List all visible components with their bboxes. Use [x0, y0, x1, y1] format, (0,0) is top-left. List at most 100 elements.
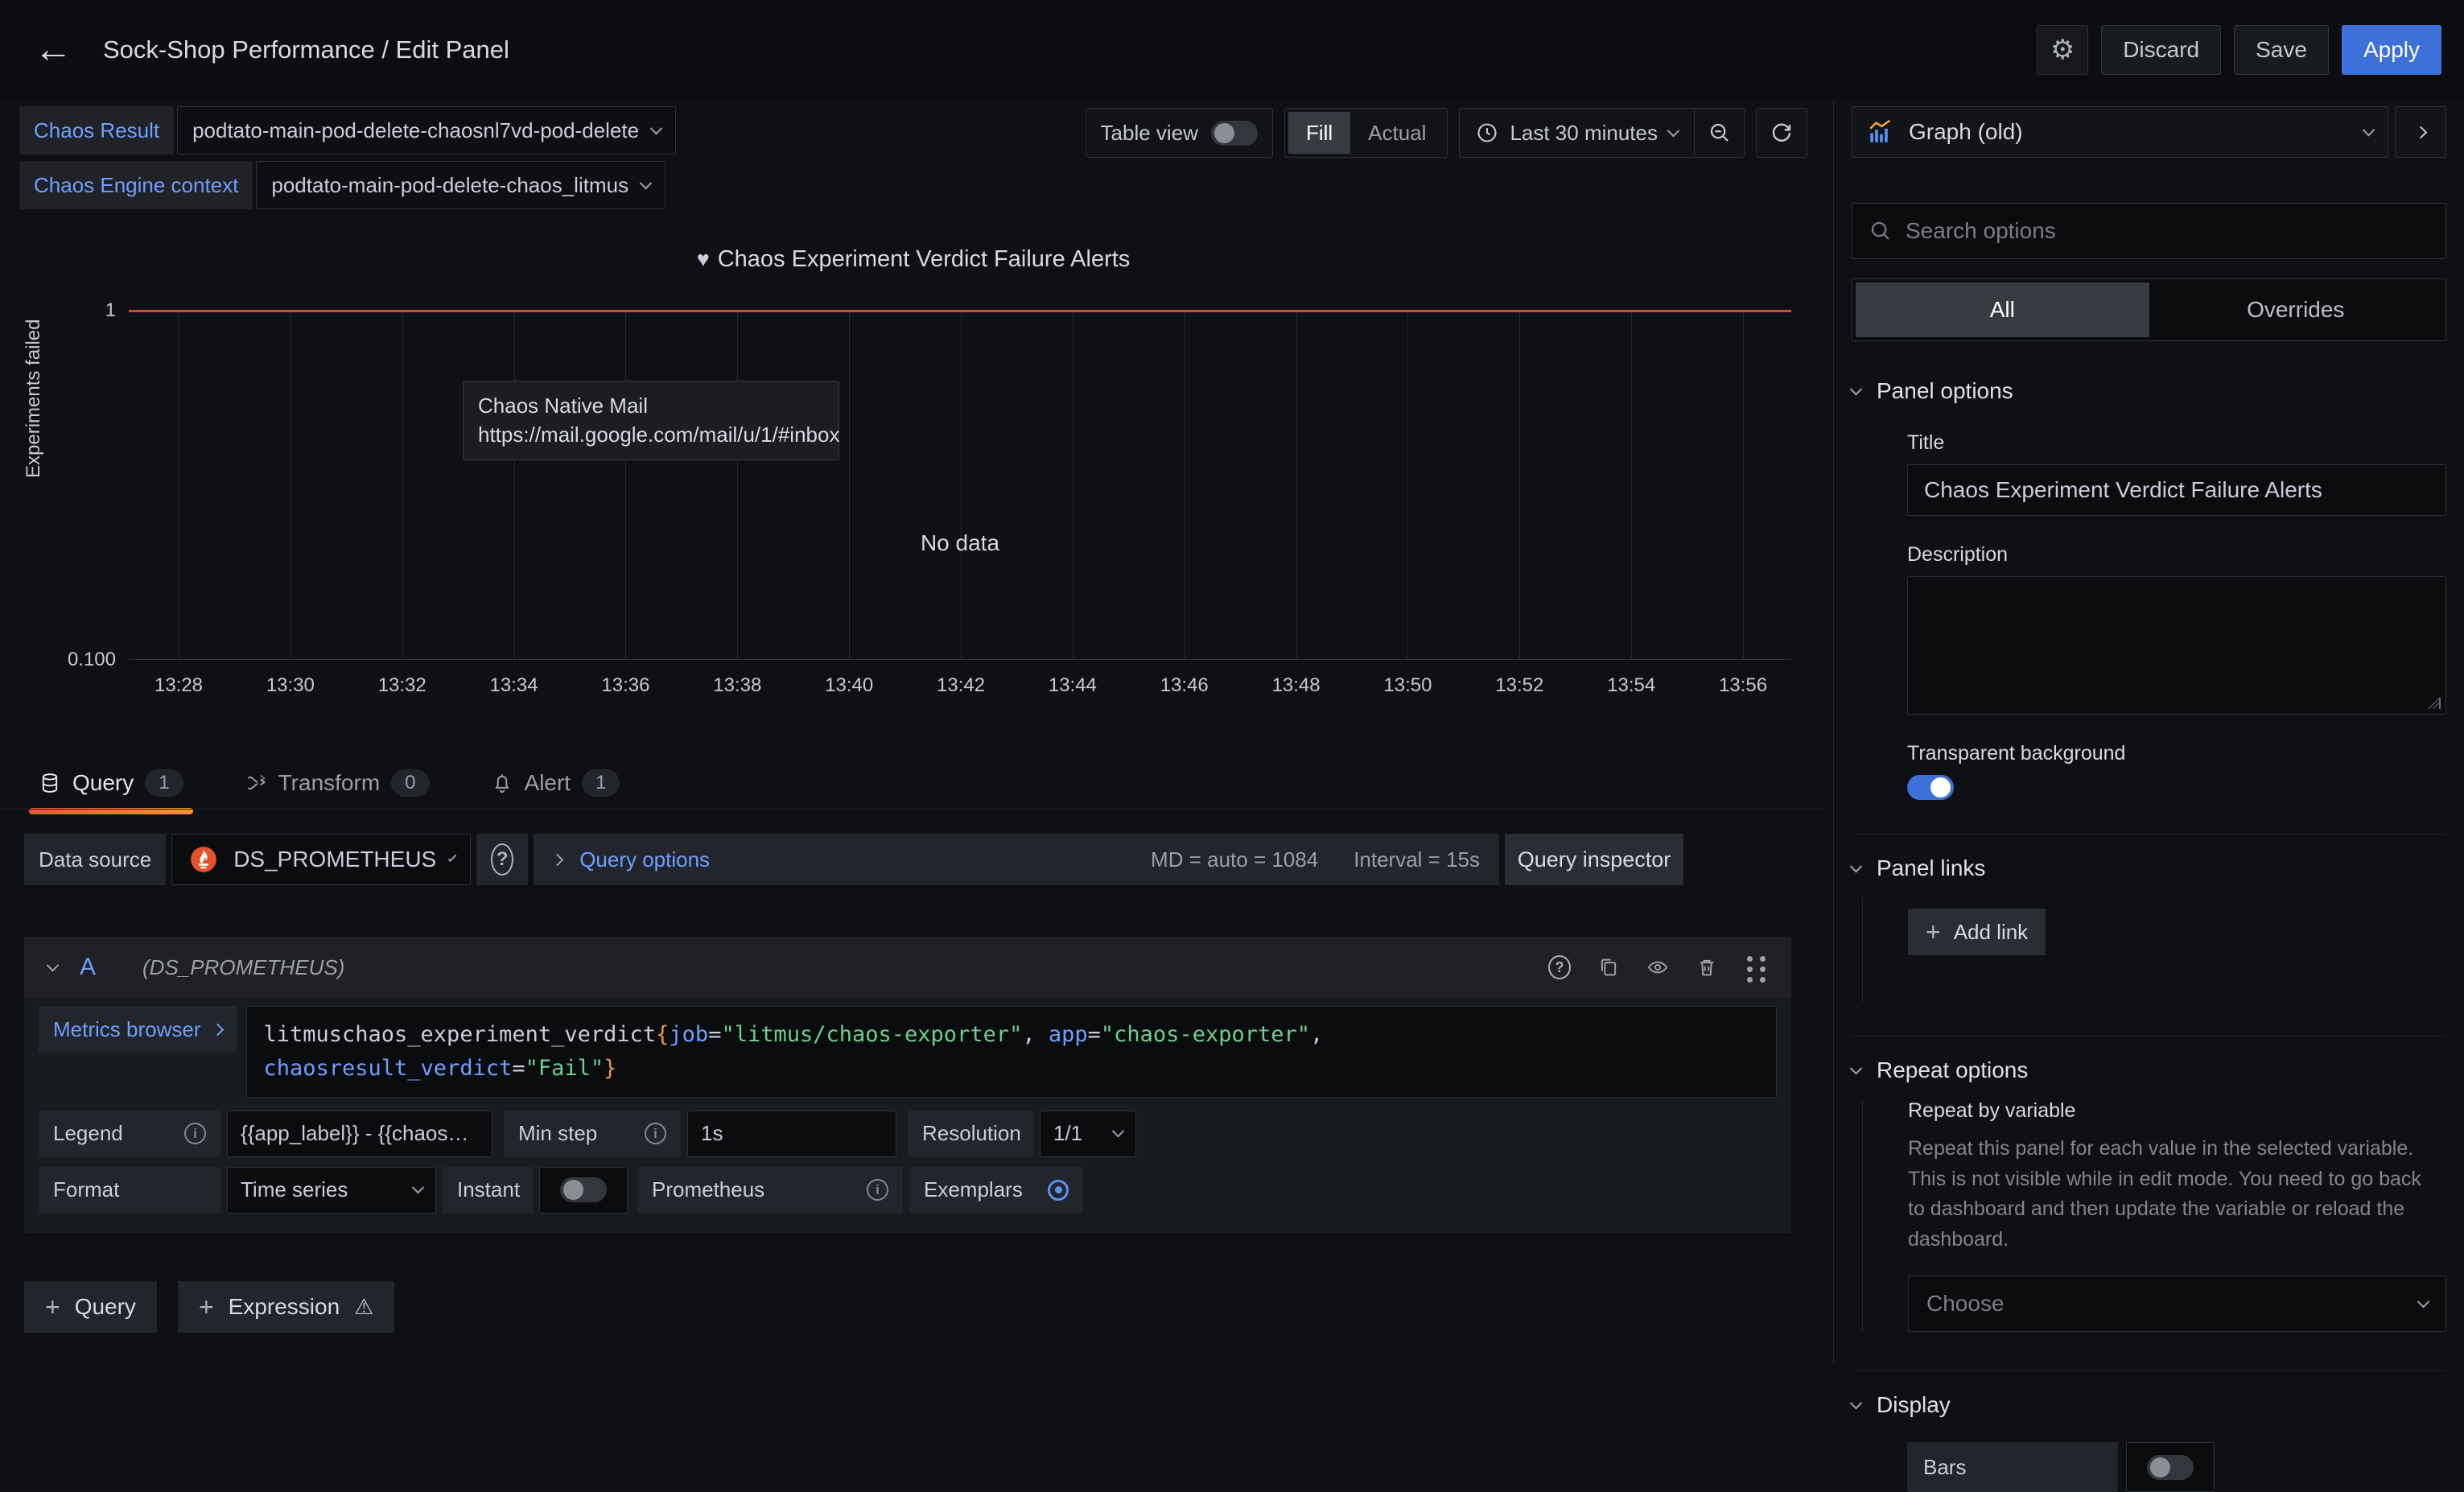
- metrics-browser-button[interactable]: Metrics browser: [39, 1006, 237, 1053]
- panel-links-section-header[interactable]: Panel links: [1852, 855, 2446, 881]
- panel-title[interactable]: ♥Chaos Experiment Verdict Failure Alerts: [19, 246, 1807, 273]
- format-select[interactable]: Time series: [227, 1167, 436, 1214]
- x-tick-label: 13:42: [937, 674, 985, 697]
- chevron-down-icon: [650, 122, 663, 134]
- chevron-down-icon: [412, 1181, 425, 1194]
- label-text: Prometheus: [652, 1177, 764, 1202]
- add-link-button[interactable]: + Add link: [1908, 909, 2046, 955]
- discard-button[interactable]: Discard: [2101, 25, 2221, 75]
- instant-toggle[interactable]: [560, 1177, 607, 1202]
- chevron-right-icon: [551, 853, 564, 866]
- display-section-header[interactable]: Display: [1852, 1392, 2446, 1418]
- back-arrow-button[interactable]: ←: [34, 31, 72, 69]
- data-source-help-button[interactable]: ?: [476, 834, 528, 885]
- trash-icon: [1696, 956, 1718, 979]
- table-view-control: Table view: [1086, 108, 1273, 158]
- tooltip-title: Chaos Native Mail: [478, 391, 824, 420]
- info-icon: i: [867, 1179, 888, 1201]
- dashboard-variables: Chaos Result podtato-main-pod-delete-cha…: [19, 106, 676, 209]
- panel-title-input[interactable]: Chaos Experiment Verdict Failure Alerts: [1907, 464, 2446, 516]
- editor-tabs: Query 1 Transform 0 Alert 1: [29, 756, 629, 810]
- variable-value-dropdown[interactable]: podtato-main-pod-delete-chaosnl7vd-pod-d…: [177, 106, 676, 155]
- collapse-options-button[interactable]: [2395, 106, 2446, 158]
- collapse-chevron-icon: [47, 958, 60, 971]
- alert-threshold-line: [129, 310, 1791, 312]
- refresh-icon: [1770, 121, 1794, 145]
- chevron-down-icon: [1850, 382, 1863, 395]
- add-query-button[interactable]: + Query: [24, 1281, 157, 1333]
- x-tick-label: 13:48: [1272, 674, 1321, 697]
- duplicate-query-button[interactable]: [1597, 956, 1620, 979]
- save-button[interactable]: Save: [2234, 25, 2329, 75]
- promql-editor[interactable]: litmuschaos_experiment_verdict{job="litm…: [246, 1006, 1777, 1098]
- drag-handle-icon[interactable]: [1745, 956, 1767, 979]
- tab-alert[interactable]: Alert 1: [481, 756, 630, 810]
- panel-settings-button[interactable]: ⚙: [2037, 25, 2088, 75]
- delete-query-button[interactable]: [1696, 956, 1718, 979]
- format-value: Time series: [241, 1177, 348, 1202]
- panel-description-textarea[interactable]: [1907, 576, 2446, 715]
- refresh-button[interactable]: [1756, 108, 1807, 158]
- data-source-row: Data source DS_PROMETHEUS ? Query option…: [24, 834, 1683, 885]
- tab-label: Transform: [278, 770, 381, 796]
- tab-transform[interactable]: Transform 0: [235, 756, 439, 810]
- fill-button[interactable]: Fill: [1288, 112, 1350, 154]
- tab-overrides[interactable]: Overrides: [2149, 282, 2443, 337]
- time-range-group: Last 30 minutes: [1459, 108, 1745, 158]
- zoom-out-button[interactable]: [1694, 109, 1744, 157]
- query-help-button[interactable]: ?: [1548, 956, 1571, 979]
- chevron-right-icon: [2414, 126, 2427, 138]
- bars-toggle[interactable]: [2147, 1455, 2194, 1480]
- transparent-background-toggle[interactable]: [1907, 775, 1954, 800]
- search-options-box: [1852, 203, 2446, 259]
- chevron-down-icon: [2417, 1295, 2430, 1308]
- panel-options-section-header[interactable]: Panel options: [1852, 378, 2446, 404]
- section-heading: Panel options: [1877, 378, 2013, 404]
- visualization-select[interactable]: Graph (old): [1852, 106, 2388, 158]
- toggle-query-visibility-button[interactable]: [1646, 956, 1669, 979]
- top-header: ← Sock-Shop Performance / Edit Panel ⚙ D…: [0, 0, 2464, 100]
- search-options-input[interactable]: [1906, 218, 2429, 244]
- query-inspector-button[interactable]: Query inspector: [1505, 834, 1683, 885]
- data-source-select[interactable]: DS_PROMETHEUS: [171, 834, 471, 885]
- gridline: [1519, 311, 1520, 659]
- tab-all[interactable]: All: [1856, 282, 2149, 337]
- time-range-picker[interactable]: Last 30 minutes: [1460, 109, 1694, 157]
- exemplars-control[interactable]: Exemplars: [909, 1167, 1083, 1214]
- add-expression-button[interactable]: + Expression ⚠: [178, 1281, 394, 1333]
- x-tick-label: 13:32: [378, 674, 426, 697]
- gridline: [290, 311, 291, 659]
- legend-input[interactable]: {{app_label}} - {{chaos…: [227, 1111, 492, 1157]
- chevron-down-icon: [1850, 1061, 1863, 1074]
- label-text: Resolution: [922, 1121, 1021, 1146]
- gridline: [625, 311, 626, 659]
- time-range-label: Last 30 minutes: [1510, 121, 1658, 146]
- table-view-toggle[interactable]: [1211, 121, 1258, 146]
- instant-label: Instant: [443, 1167, 533, 1214]
- actual-button[interactable]: Actual: [1350, 112, 1444, 154]
- add-expression-label: Expression: [229, 1294, 340, 1320]
- tab-badge: 0: [391, 769, 429, 797]
- chevron-down-icon: [448, 853, 457, 862]
- repeat-variable-select[interactable]: Choose: [1908, 1276, 2446, 1332]
- variable-value-dropdown[interactable]: podtato-main-pod-delete-chaos_litmus: [256, 161, 665, 209]
- repeat-options-section-header[interactable]: Repeat options: [1852, 1057, 2446, 1083]
- copy-icon: [1597, 956, 1620, 979]
- apply-button[interactable]: Apply: [2342, 25, 2441, 75]
- query-row-card: A (DS_PROMETHEUS) ?: [24, 937, 1791, 1233]
- gridline: [402, 311, 403, 659]
- resolution-select[interactable]: 1/1: [1040, 1111, 1136, 1157]
- interval-stat: Interval = 15s: [1354, 847, 1480, 872]
- plus-icon: +: [1926, 917, 1941, 947]
- tab-query[interactable]: Query 1: [29, 756, 193, 810]
- gridline: [1743, 311, 1744, 659]
- description-field-label: Description: [1907, 543, 2446, 567]
- query-options-bar[interactable]: Query options MD = auto = 1084 Interval …: [534, 834, 1499, 885]
- query-row-header[interactable]: A (DS_PROMETHEUS) ?: [24, 937, 1791, 998]
- panel-link-tooltip: Chaos Native Mail https://mail.google.co…: [463, 381, 839, 460]
- variable-label: Chaos Engine context: [19, 161, 253, 209]
- min-step-input[interactable]: 1s: [687, 1111, 896, 1157]
- x-tick-label: 13:30: [266, 674, 315, 697]
- format-label: Format: [39, 1167, 220, 1214]
- gridline: [514, 311, 515, 659]
